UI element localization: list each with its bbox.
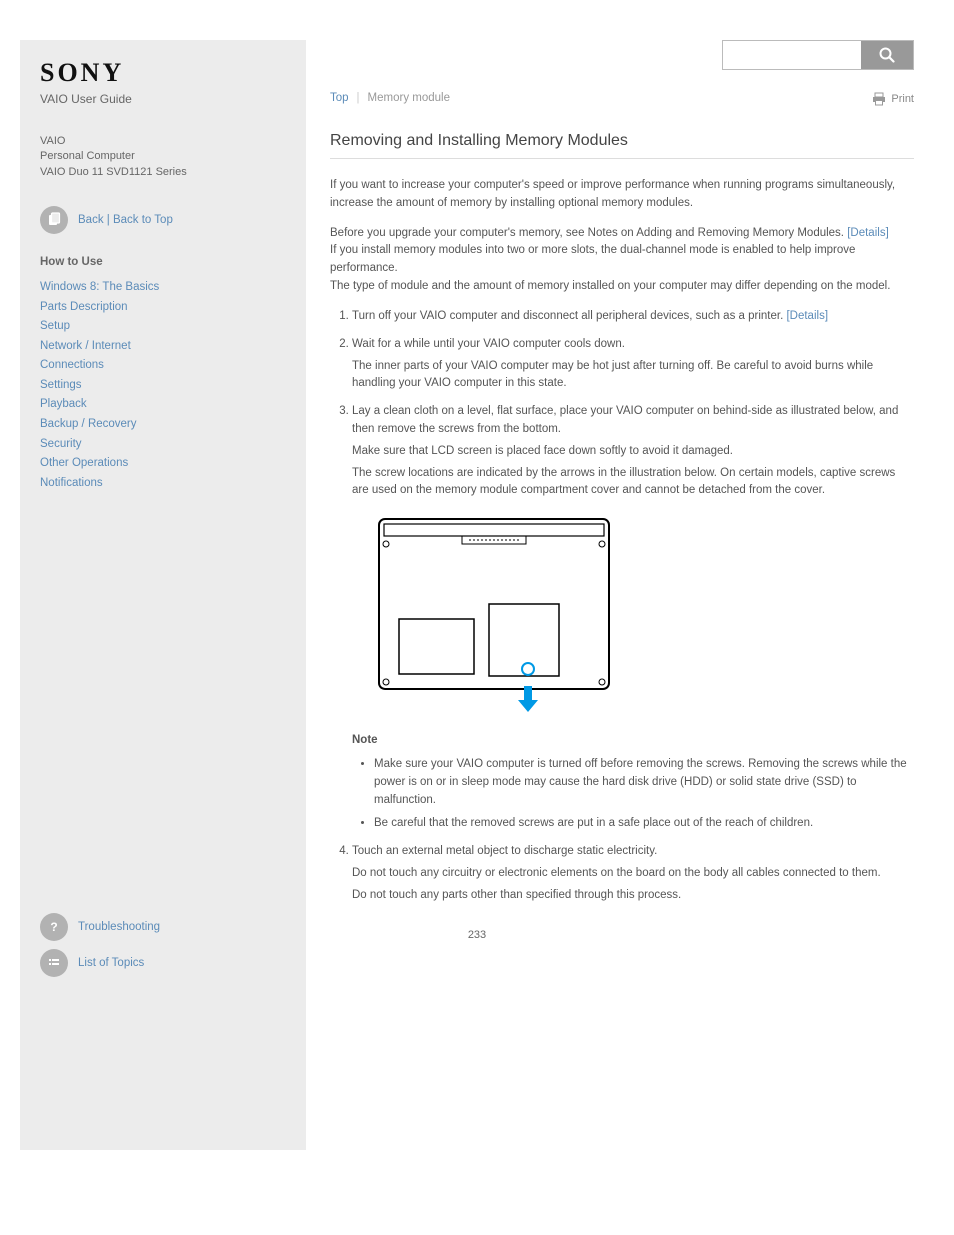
search-icon bbox=[878, 46, 896, 64]
svg-text:?: ? bbox=[50, 920, 57, 934]
how-to-use-title: How to Use bbox=[40, 256, 286, 268]
print-icon bbox=[872, 92, 886, 106]
step-item: Touch an external metal object to discha… bbox=[352, 843, 914, 904]
details-link[interactable]: [Details] bbox=[847, 227, 889, 239]
steps-list: Turn off your VAIO computer and disconne… bbox=[352, 308, 914, 905]
sidebar-item[interactable]: Network / Internet bbox=[40, 337, 286, 357]
sidebar-item[interactable]: Notifications bbox=[40, 474, 286, 494]
back-icon bbox=[40, 206, 68, 234]
search-input[interactable] bbox=[723, 41, 861, 69]
device-pc: Personal Computer bbox=[40, 149, 286, 164]
step-item: Wait for a while until your VAIO compute… bbox=[352, 336, 914, 393]
divider bbox=[330, 158, 914, 159]
main-content: Top|Memory module Print Removing and Ins… bbox=[330, 40, 934, 905]
search-button[interactable] bbox=[861, 41, 913, 69]
topics-row[interactable]: List of Topics bbox=[40, 949, 286, 977]
device-model: VAIO Duo 11 SVD1121 Series bbox=[40, 165, 286, 180]
intro-text: If you want to increase your computer's … bbox=[330, 177, 914, 213]
guide-title: VAIO User Guide bbox=[40, 92, 286, 106]
back-row[interactable]: Back | Back to Top bbox=[40, 206, 286, 234]
list-icon bbox=[40, 949, 68, 977]
back-link[interactable]: Back | Back to Top bbox=[78, 214, 173, 226]
notes-list: Make sure your VAIO computer is turned o… bbox=[374, 756, 914, 833]
sidebar-item[interactable]: Playback bbox=[40, 395, 286, 415]
topics-link[interactable]: List of Topics bbox=[78, 957, 144, 969]
sidebar-item[interactable]: Parts Description bbox=[40, 298, 286, 318]
details-link[interactable]: [Details] bbox=[786, 310, 828, 322]
note-item: Be careful that the removed screws are p… bbox=[374, 815, 914, 833]
troubleshooting-row[interactable]: ? Troubleshooting bbox=[40, 913, 286, 941]
sidebar-item[interactable]: Other Operations bbox=[40, 454, 286, 474]
troubleshooting-link[interactable]: Troubleshooting bbox=[78, 921, 160, 933]
device-vaio: VAIO bbox=[40, 134, 286, 149]
print-button[interactable]: Print bbox=[872, 92, 914, 106]
sidebar: SONY VAIO User Guide VAIO Personal Compu… bbox=[20, 40, 306, 1150]
sidebar-item[interactable]: Setup bbox=[40, 317, 286, 337]
question-icon: ? bbox=[40, 913, 68, 941]
sidebar-item[interactable]: Connections bbox=[40, 356, 286, 376]
step-item: Turn off your VAIO computer and disconne… bbox=[352, 308, 914, 326]
search-box bbox=[722, 40, 914, 70]
sidebar-item[interactable]: Windows 8: The Basics bbox=[40, 278, 286, 298]
breadcrumb-top[interactable]: Top bbox=[330, 92, 349, 104]
sidebar-item[interactable]: Backup / Recovery bbox=[40, 415, 286, 435]
step-item: Lay a clean cloth on a level, flat surfa… bbox=[352, 403, 914, 833]
breadcrumb: Top|Memory module bbox=[330, 92, 914, 104]
illustration bbox=[374, 514, 914, 714]
sidebar-item[interactable]: Security bbox=[40, 435, 286, 455]
category-list: Windows 8: The Basics Parts Description … bbox=[40, 278, 286, 493]
brand-logo: SONY bbox=[40, 58, 286, 88]
breadcrumb-current: Memory module bbox=[368, 92, 450, 104]
before-text: Before you upgrade your computer's memor… bbox=[330, 225, 914, 296]
page-title: Removing and Installing Memory Modules bbox=[330, 132, 914, 150]
sidebar-item[interactable]: Settings bbox=[40, 376, 286, 396]
note-heading: Note bbox=[352, 732, 914, 750]
note-item: Make sure your VAIO computer is turned o… bbox=[374, 756, 914, 809]
